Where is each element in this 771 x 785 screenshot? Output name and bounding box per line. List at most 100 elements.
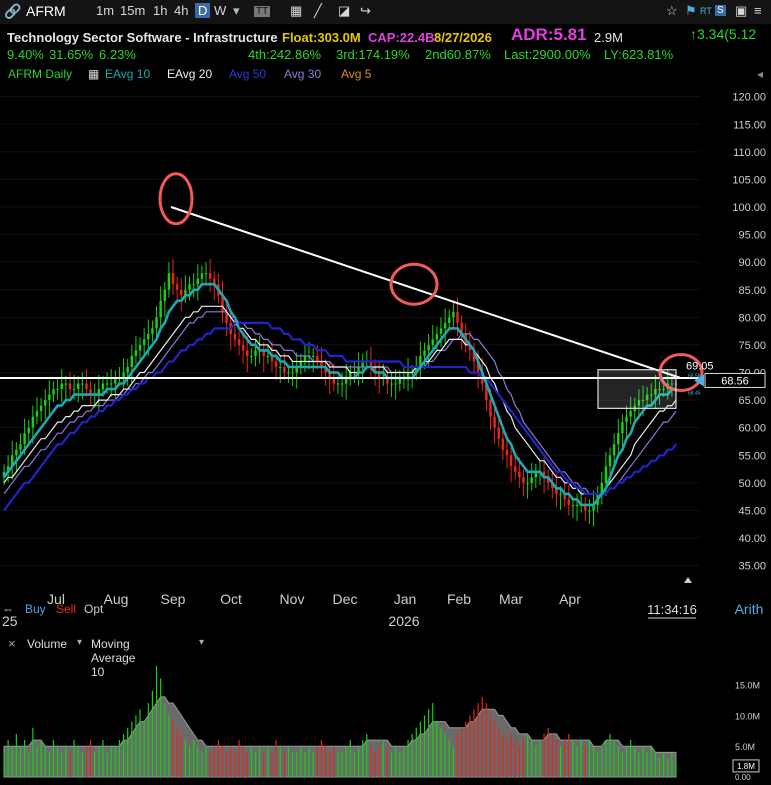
indicators-icon[interactable]: ▦ — [290, 3, 302, 19]
buy-button[interactable]: Buy — [25, 602, 46, 616]
candle-body — [126, 366, 129, 373]
share-icon[interactable]: ↪ — [360, 3, 371, 19]
candle-body — [617, 433, 620, 445]
volume-bar — [333, 746, 335, 777]
close-icon[interactable]: × — [8, 636, 16, 651]
legend-daily[interactable]: AFRM Daily — [8, 67, 72, 81]
volume-bar — [89, 740, 92, 777]
volume-bar — [559, 746, 562, 777]
volume-chart[interactable]: 15.0M 10.0M 5.0M 1.8M 0.00 — [0, 654, 771, 785]
volume-indicator-label[interactable]: Volume — [27, 637, 67, 651]
volume-bar — [605, 740, 607, 777]
volume-bar — [40, 740, 42, 777]
volume-tick-label: 10.0M — [735, 711, 760, 721]
candle-body — [196, 278, 199, 285]
price-tick-label: 120.00 — [732, 92, 766, 104]
volume-bar — [621, 752, 624, 777]
volume-bar — [44, 746, 46, 777]
volume-bar — [514, 740, 516, 777]
legend-ema10[interactable]: EAvg 10 — [105, 67, 150, 81]
candle-body — [180, 289, 183, 296]
price-chart[interactable]: 69.05 120.00 115.00 110.00 105.00 100.00 95.0… — [0, 84, 771, 636]
candle-body — [452, 311, 455, 318]
interval-w[interactable]: W — [214, 3, 226, 18]
volume-bar — [254, 752, 257, 777]
legend-avg30[interactable]: Avg 30 — [284, 67, 321, 81]
volume-axis: 15.0M 10.0M 5.0M 1.8M 0.00 — [732, 681, 760, 782]
chevron-down-icon[interactable]: ▾ — [233, 3, 240, 19]
candle-body — [175, 284, 179, 290]
volume-bar — [547, 727, 549, 777]
volume-bar — [291, 752, 294, 777]
save-icon[interactable]: ▣ — [735, 3, 747, 19]
volume-bar — [304, 752, 306, 777]
grid-icon[interactable]: ▦ — [88, 67, 99, 81]
candle-body — [567, 499, 571, 505]
interval-15m[interactable]: 15m — [120, 3, 145, 18]
draw-icon[interactable]: ╱ — [314, 3, 322, 19]
candle-body — [188, 284, 191, 290]
candle-body — [109, 383, 113, 385]
volume-bar — [259, 746, 261, 777]
link-icon[interactable]: 🔗 — [4, 3, 21, 20]
volume-bar — [642, 746, 644, 777]
candle-body — [72, 389, 76, 391]
volume-bar — [535, 746, 537, 777]
candle-body — [167, 273, 171, 290]
candle-body — [274, 361, 278, 367]
volume-bar — [11, 746, 13, 777]
volume-chevron-down-icon[interactable]: ▾ — [77, 637, 82, 648]
volume-bar — [349, 740, 351, 777]
volume-bar — [522, 740, 525, 777]
candle-body — [303, 355, 307, 362]
symbol-input[interactable]: AFRM — [26, 3, 66, 19]
candle-body — [237, 339, 241, 345]
volume-bar — [15, 733, 17, 777]
chart-type-icon[interactable]: TT — [254, 6, 271, 17]
legend-ema20[interactable]: EAvg 20 — [167, 67, 212, 81]
volume-bar — [242, 746, 244, 777]
menu-icon[interactable]: ≡ — [754, 3, 762, 18]
volume-bar — [481, 696, 483, 777]
volume-bar — [324, 746, 327, 777]
tag-icon[interactable]: ◪ — [338, 3, 350, 19]
options-button[interactable]: Opt — [84, 602, 103, 616]
candle-body — [526, 482, 529, 484]
candle-body — [390, 383, 393, 385]
volume-bar — [56, 746, 59, 777]
star-icon[interactable]: ☆ — [666, 3, 678, 19]
volume-bar — [667, 758, 669, 777]
candle-body — [192, 284, 195, 286]
interval-1m[interactable]: 1m — [96, 3, 114, 18]
volume-bar — [625, 746, 628, 777]
circle-jan-high — [389, 262, 439, 306]
interval-4h[interactable]: 4h — [174, 3, 188, 18]
volume-bar — [143, 721, 145, 777]
volume-tick-label: 5.0M — [735, 742, 755, 752]
candle-body — [571, 504, 575, 506]
candle-body — [278, 366, 282, 368]
candle-body — [64, 383, 68, 385]
interval-1h[interactable]: 1h — [153, 3, 167, 18]
volume-bar — [675, 764, 677, 777]
volume-bar — [601, 746, 603, 777]
volume-bar — [61, 752, 63, 777]
candle-body — [575, 504, 579, 506]
sell-button[interactable]: Sell — [56, 602, 76, 616]
volume-bar — [465, 721, 467, 777]
s-icon[interactable]: S — [715, 5, 726, 16]
legend-avg50[interactable]: Avg 50 — [229, 67, 266, 81]
volume-bar — [151, 690, 154, 777]
volume-bar — [580, 740, 582, 777]
volume-bar — [390, 752, 393, 777]
flag-icon[interactable]: ⚑ — [685, 3, 697, 19]
sector-label: Technology Sector Software - Infrastruct… — [7, 30, 278, 45]
legend-avg5[interactable]: Avg 5 — [341, 67, 371, 81]
expand-icon[interactable]: ⇔ — [2, 602, 14, 616]
interval-d[interactable]: D — [195, 3, 211, 18]
ma-chevron-down-icon[interactable]: ▾ — [199, 637, 204, 648]
candle-body — [559, 493, 562, 495]
collapse-icon[interactable]: ◂ — [757, 67, 763, 81]
volume-bar — [267, 746, 269, 777]
rt-icon[interactable]: RT — [700, 6, 712, 16]
